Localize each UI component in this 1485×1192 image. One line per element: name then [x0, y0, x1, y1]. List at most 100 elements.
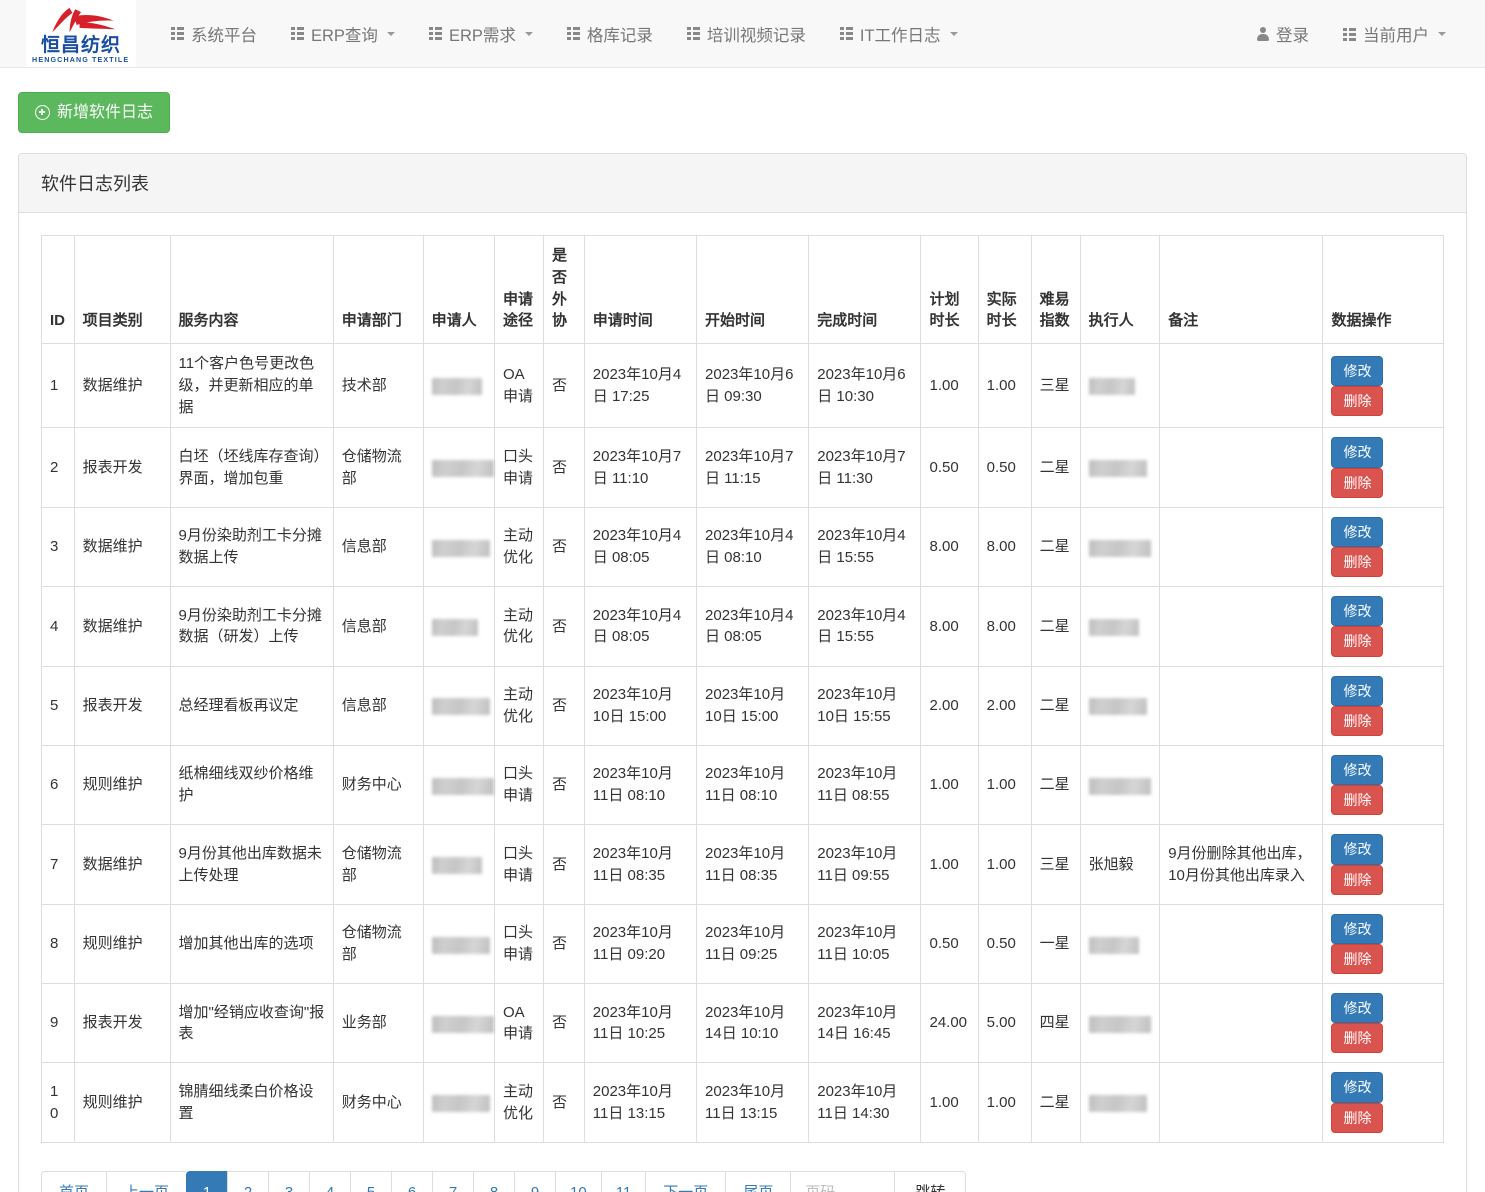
cell-actions: 修改删除 — [1322, 427, 1444, 508]
cell-id: 9 — [41, 983, 75, 1064]
pagination-prev[interactable]: 上一页 — [106, 1170, 187, 1192]
cell-department: 业务部 — [332, 983, 424, 1064]
delete-row-button[interactable]: 删除 — [1331, 864, 1384, 895]
cell-service: 11个客户色号更改色级，并更新相应的单据 — [169, 343, 334, 429]
nav-label: 登录 — [1276, 27, 1309, 45]
pagination-last[interactable]: 尾页 — [725, 1170, 791, 1192]
cell-actions: 修改删除 — [1322, 1062, 1444, 1143]
cell-actual-hours: 1.00 — [977, 744, 1032, 826]
cell-service: 白坯（坯线库存查询）界面，增加包重 — [169, 427, 334, 508]
cell-route: 主动优化 — [494, 586, 544, 667]
cell-apply-time: 2023年10月11日 08:10 — [583, 744, 698, 826]
cell-finish-time: 2023年10月11日 09:55 — [808, 824, 922, 905]
add-software-log-label: 新增软件日志 — [57, 104, 154, 121]
th-list-icon — [839, 27, 853, 40]
brand-name-en: HENGCHANG TEXTILE — [32, 57, 130, 64]
nav-item-erp-demand[interactable]: ERP需求 — [412, 0, 550, 68]
delete-row-button[interactable]: 删除 — [1331, 385, 1384, 416]
cell-actions: 修改删除 — [1322, 744, 1444, 826]
redacted-value — [431, 698, 490, 716]
nav-item-current-user[interactable]: 当前用户 — [1326, 0, 1463, 68]
edit-row-button[interactable]: 修改 — [1331, 437, 1384, 468]
col-header-finish-time: 完成时间 — [808, 235, 922, 345]
col-header-plan-hours: 计划时长 — [920, 235, 979, 345]
pagination-page-5[interactable]: 5 — [350, 1170, 392, 1192]
table-header-row: ID 项目类别 服务内容 申请部门 申请人 申请途径 是否外协 申请时间 开始时… — [41, 235, 1444, 345]
col-header-service: 服务内容 — [169, 235, 334, 345]
delete-row-button[interactable]: 删除 — [1331, 467, 1384, 498]
edit-row-button[interactable]: 修改 — [1331, 675, 1384, 706]
redacted-value — [431, 936, 490, 954]
pagination-page-2[interactable]: 2 — [227, 1170, 269, 1192]
cell-finish-time: 2023年10月4日 15:55 — [808, 586, 922, 667]
delete-row-button[interactable]: 删除 — [1331, 1102, 1384, 1133]
nav-item-warehouse-record[interactable]: 格库记录 — [550, 0, 670, 68]
nav-label: ERP查询 — [311, 26, 378, 45]
col-header-actual-hours: 实际时长 — [977, 235, 1032, 345]
col-header-apply-time: 申请时间 — [583, 235, 698, 345]
pagination-page-6[interactable]: 6 — [391, 1170, 433, 1192]
pagination-page-7[interactable]: 7 — [432, 1170, 474, 1192]
cell-applicant — [422, 586, 496, 667]
edit-row-button[interactable]: 修改 — [1331, 834, 1384, 865]
add-software-log-button[interactable]: 新增软件日志 — [18, 92, 171, 134]
cell-route: OA申请 — [494, 343, 544, 429]
pagination-page-10[interactable]: 10 — [555, 1170, 601, 1192]
page-number-input[interactable] — [790, 1170, 895, 1192]
delete-row-button[interactable]: 删除 — [1331, 547, 1384, 578]
delete-row-button[interactable]: 删除 — [1331, 785, 1384, 816]
cell-actual-hours: 0.50 — [977, 903, 1032, 985]
cell-actual-hours: 5.00 — [977, 983, 1032, 1064]
cell-category: 规则维护 — [73, 744, 171, 826]
cell-category: 数据维护 — [73, 824, 171, 905]
nav-item-training-video-record[interactable]: 培训视频记录 — [670, 0, 823, 68]
pagination-page-4[interactable]: 4 — [309, 1170, 351, 1192]
pagination-page-9[interactable]: 9 — [514, 1170, 556, 1192]
nav-item-system-platform[interactable]: 系统平台 — [154, 0, 274, 68]
delete-row-button[interactable]: 删除 — [1331, 705, 1384, 736]
cell-finish-time: 2023年10月11日 08:55 — [808, 744, 922, 826]
cell-department: 财务中心 — [332, 1062, 424, 1143]
cell-executor — [1079, 983, 1161, 1064]
cell-actual-hours: 8.00 — [977, 506, 1032, 588]
pagination-next[interactable]: 下一页 — [645, 1170, 726, 1192]
cell-note — [1159, 903, 1324, 985]
pagination-page-1[interactable]: 1 — [186, 1170, 228, 1192]
pagination-page-11[interactable]: 11 — [600, 1170, 646, 1192]
table-row: 4 数据维护 9月份染助剂工卡分摊数据（研发）上传 信息部 主动优化否 2023年10月4… — [41, 586, 1444, 667]
pagination-page-3[interactable]: 3 — [268, 1170, 310, 1192]
cell-finish-time: 2023年10月11日 10:05 — [808, 903, 922, 985]
cell-category: 数据维护 — [73, 586, 171, 667]
cell-difficulty: 二星 — [1030, 1062, 1081, 1143]
redacted-value — [1088, 936, 1139, 954]
brand-logo[interactable]: 恒昌纺织 HENGCHANG TEXTILE — [26, 0, 136, 67]
edit-row-button[interactable]: 修改 — [1331, 355, 1384, 386]
delete-row-button[interactable]: 删除 — [1331, 626, 1384, 657]
nav-item-erp-query[interactable]: ERP查询 — [274, 0, 412, 68]
th-list-icon — [428, 27, 442, 40]
table-row: 5 报表开发 总经理看板再议定 信息部 主动优化否 2023年10月10日 15:00 20… — [41, 665, 1444, 746]
nav-item-it-work-log[interactable]: IT工作日志 — [823, 0, 975, 68]
cell-applicant — [422, 427, 496, 508]
edit-row-button[interactable]: 修改 — [1331, 596, 1384, 627]
cell-applicant — [422, 744, 496, 826]
delete-row-button[interactable]: 删除 — [1331, 1023, 1384, 1054]
cell-actions: 修改删除 — [1322, 824, 1444, 905]
delete-row-button[interactable]: 删除 — [1331, 943, 1384, 975]
nav-item-login[interactable]: 登录 — [1240, 0, 1326, 68]
redacted-value — [431, 460, 494, 478]
pagination-first[interactable]: 首页 — [41, 1170, 107, 1192]
cell-note: 9月份删除其他出库，10月份其他出库录入 — [1159, 824, 1324, 905]
cell-finish-time: 2023年10月4日 15:55 — [808, 506, 922, 588]
cell-actual-hours: 1.00 — [977, 1062, 1032, 1143]
edit-row-button[interactable]: 修改 — [1331, 516, 1384, 547]
edit-row-button[interactable]: 修改 — [1331, 913, 1384, 944]
edit-row-button[interactable]: 修改 — [1331, 754, 1384, 786]
pagination-page-8[interactable]: 8 — [473, 1170, 515, 1192]
edit-row-button[interactable]: 修改 — [1331, 1072, 1384, 1103]
cell-note — [1159, 665, 1324, 746]
pagination-jump-button[interactable]: 跳转 — [894, 1170, 967, 1192]
edit-row-button[interactable]: 修改 — [1331, 993, 1384, 1024]
cell-service: 9月份染助剂工卡分摊数据上传 — [169, 506, 334, 588]
redacted-value — [431, 857, 482, 875]
